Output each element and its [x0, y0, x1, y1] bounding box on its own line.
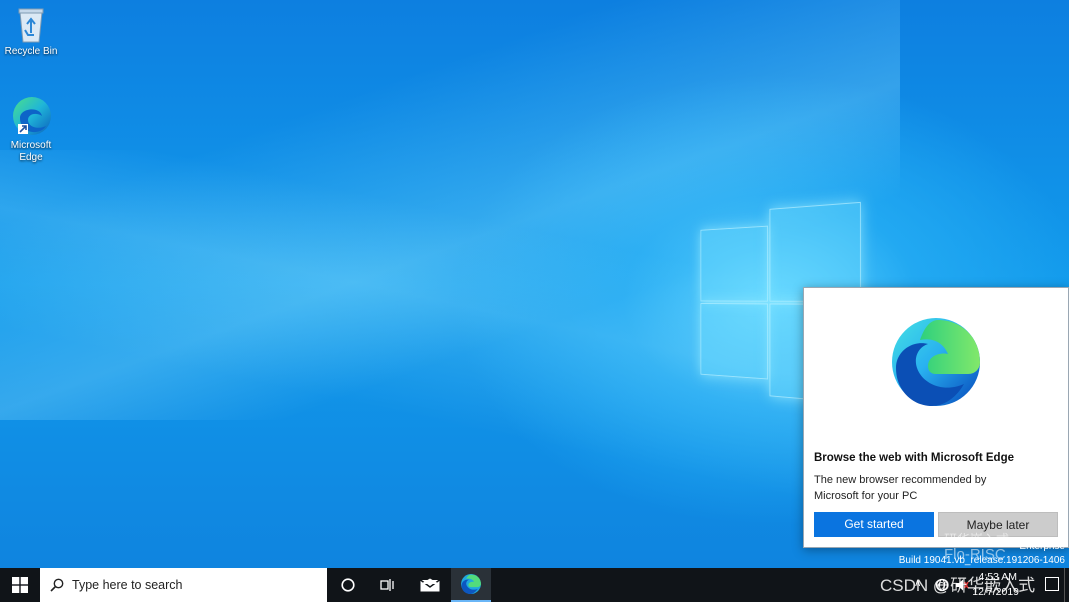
taskbar-search-box[interactable]: Type here to search	[40, 568, 327, 602]
cortana-icon	[341, 578, 355, 592]
show-desktop-button[interactable]	[1064, 568, 1069, 602]
cortana-button[interactable]	[331, 568, 364, 602]
windows-start-icon	[12, 577, 28, 593]
edge-taskbar-button[interactable]	[451, 568, 491, 602]
search-icon	[50, 578, 64, 592]
recycle-bin-icon	[13, 6, 49, 44]
build-watermark: Enterprise Build 19041.vb_release.191206…	[899, 540, 1065, 568]
desktop-icon-label: Recycle Bin	[5, 46, 58, 57]
edition-label: Enterprise	[899, 540, 1065, 554]
edge-shortcut[interactable]: Microsoft Edge	[0, 96, 62, 164]
task-view-button[interactable]	[370, 568, 406, 602]
edge-promo-toast: Browse the web with Microsoft Edge The n…	[803, 287, 1069, 548]
search-placeholder: Type here to search	[72, 578, 182, 592]
edge-icon	[460, 573, 482, 595]
notification-button[interactable]	[1045, 577, 1059, 591]
mail-button[interactable]	[411, 568, 449, 602]
start-button[interactable]	[0, 568, 40, 602]
csdn-watermark: CSDN @研华嵌入式	[880, 571, 1035, 596]
recycle-bin-shortcut[interactable]: Recycle Bin	[0, 6, 62, 58]
toast-body: The new browser recommended by Microsoft…	[814, 472, 1024, 504]
task-view-icon	[380, 578, 396, 592]
toast-title: Browse the web with Microsoft Edge	[814, 452, 1014, 464]
desktop-icon-label: Microsoft Edge	[11, 140, 52, 163]
build-label: Build 19041.vb_release.191206-1406	[899, 554, 1065, 568]
get-started-button[interactable]: Get started	[814, 512, 934, 537]
edge-logo-icon	[890, 316, 982, 408]
edge-icon	[10, 96, 52, 138]
mail-icon	[420, 578, 440, 592]
